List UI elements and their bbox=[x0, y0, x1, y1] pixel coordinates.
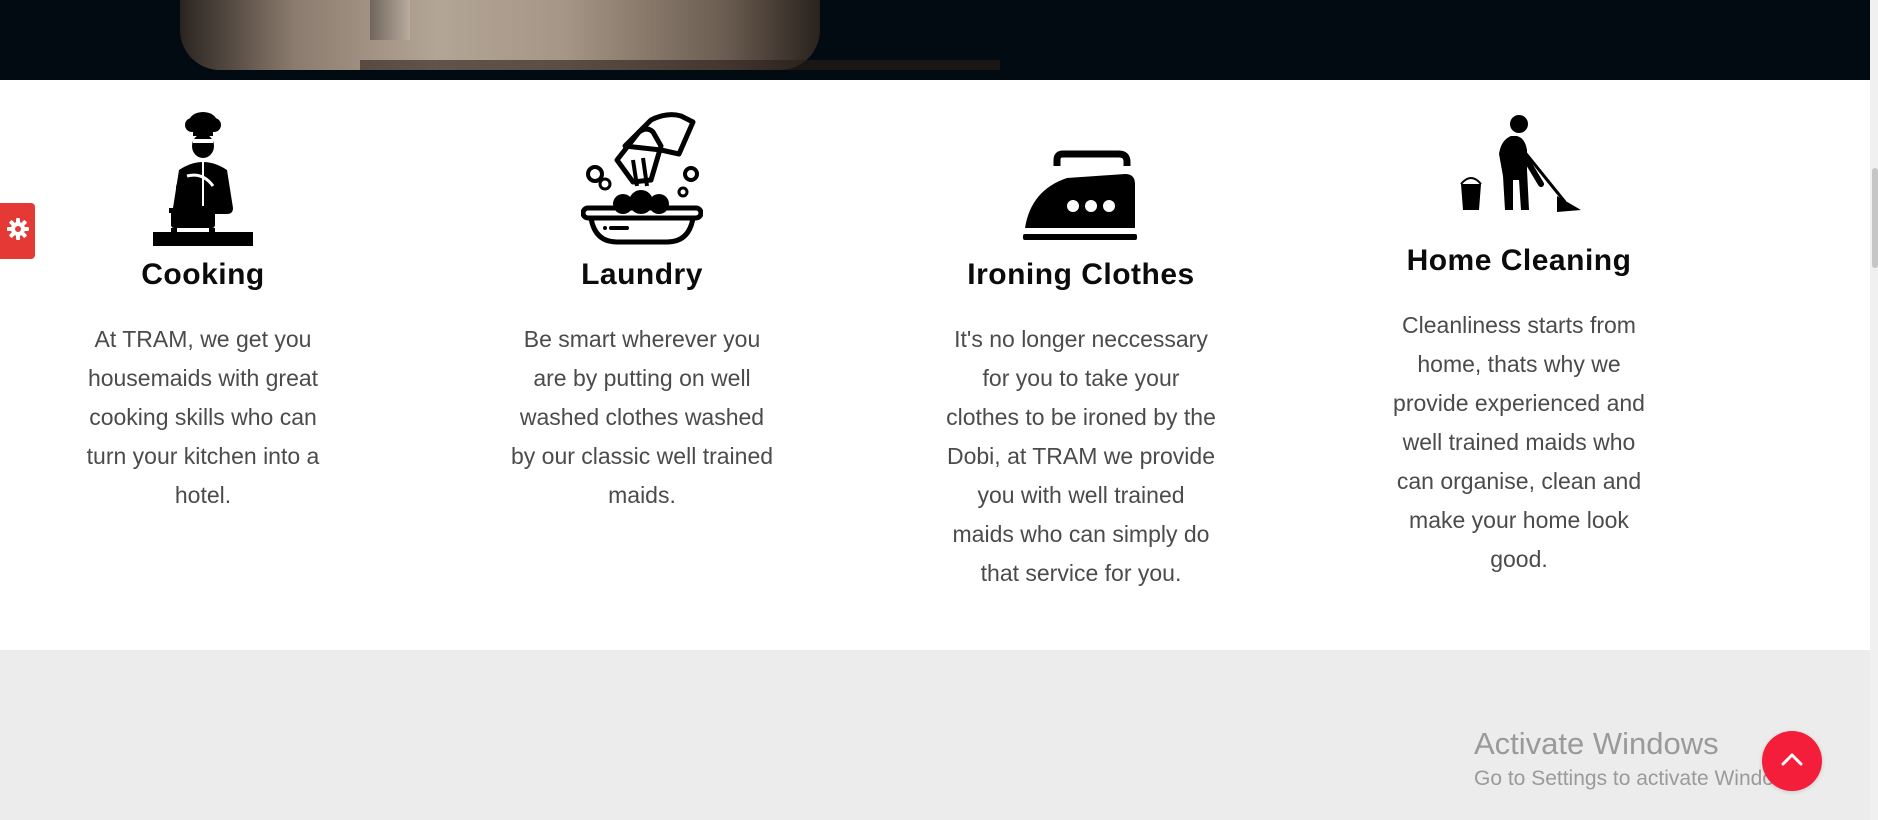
back-to-top-button[interactable] bbox=[1762, 731, 1822, 791]
laundry-washing-icon bbox=[497, 110, 787, 248]
service-title: Cooking bbox=[141, 258, 265, 291]
page-scrollbar[interactable] bbox=[1870, 0, 1878, 820]
scrollbar-thumb[interactable] bbox=[1872, 168, 1878, 268]
service-title: Laundry bbox=[581, 258, 703, 291]
windows-activation-watermark: Activate Windows Go to Settings to activ… bbox=[1474, 726, 1806, 794]
settings-toggle-button[interactable] bbox=[0, 203, 35, 259]
activate-windows-title: Activate Windows bbox=[1474, 726, 1719, 761]
service-description: Cleanliness starts from home, thats why … bbox=[1393, 312, 1645, 572]
services-section: Cooking At TRAM, we get you housemaids w… bbox=[0, 80, 1870, 650]
hero-banner-image bbox=[0, 0, 1870, 80]
service-card-cooking: Cooking At TRAM, we get you housemaids w… bbox=[58, 110, 348, 515]
chef-cooking-icon bbox=[58, 110, 348, 248]
service-description: It's no longer neccessary for you to tak… bbox=[946, 326, 1216, 586]
service-description: At TRAM, we get you housemaids with grea… bbox=[86, 326, 320, 508]
service-title: Home Cleaning bbox=[1406, 244, 1632, 277]
clothes-iron-icon bbox=[936, 110, 1226, 248]
service-card-ironing: Ironing Clothes It's no longer neccessar… bbox=[936, 110, 1226, 593]
hero-person-figure bbox=[180, 0, 1000, 70]
service-description: Be smart wherever you are by putting on … bbox=[510, 326, 774, 508]
activate-windows-subtitle: Go to Settings to activate Windows. bbox=[1474, 767, 1806, 790]
gear-icon bbox=[6, 217, 30, 246]
person-sweeping-icon bbox=[1374, 110, 1664, 228]
service-card-home-cleaning: Home Cleaning Cleanliness starts from ho… bbox=[1374, 110, 1664, 579]
service-card-laundry: Laundry Be smart wherever you are by put… bbox=[497, 110, 787, 515]
service-title: Ironing Clothes bbox=[967, 258, 1195, 291]
chevron-up-icon bbox=[1781, 752, 1803, 771]
